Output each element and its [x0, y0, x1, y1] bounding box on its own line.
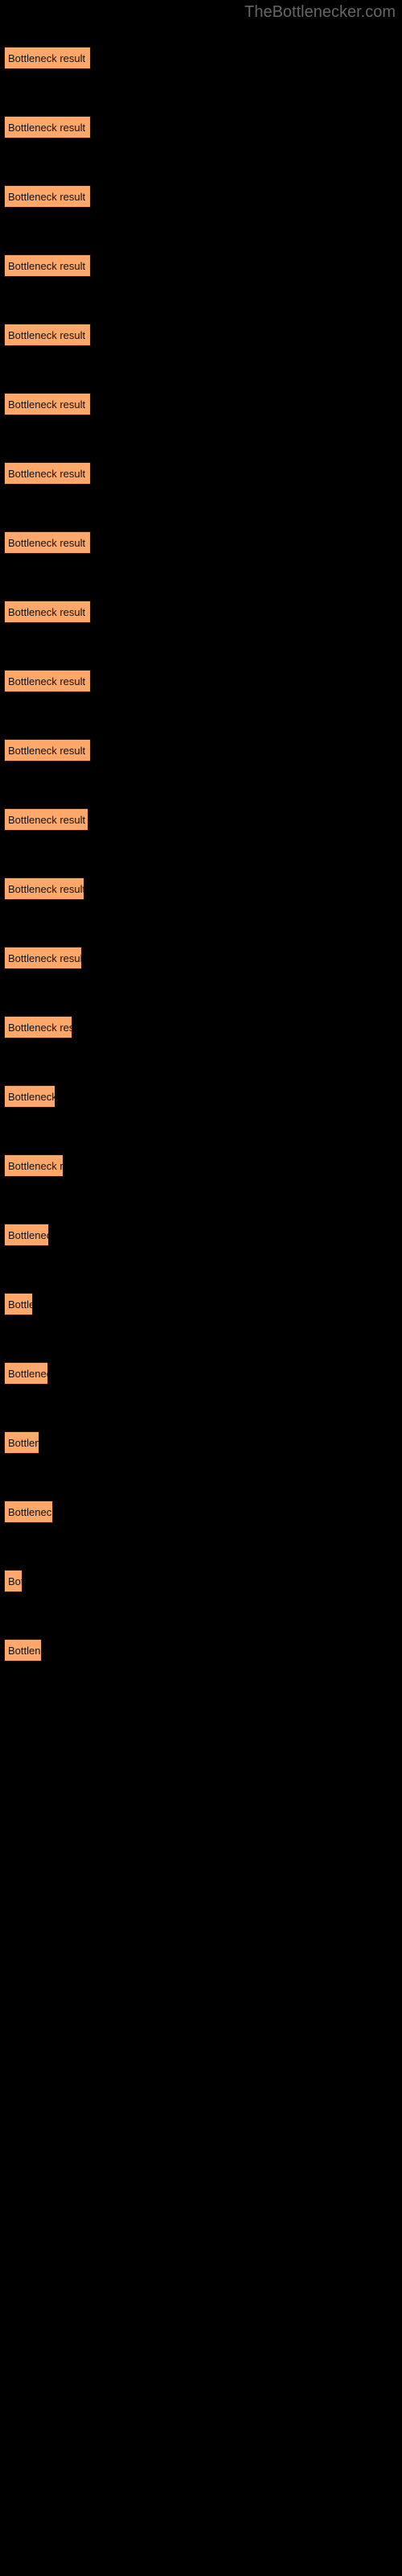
- bar-label-clip: Bottleneck result: [5, 117, 90, 138]
- bar-rect: Bottleneck result: [4, 254, 91, 277]
- bar-rect: Bottleneck result: [4, 1501, 53, 1523]
- bar-row: Bottleneck result: [4, 1293, 33, 1315]
- bar-rect: Bottleneck result: [4, 1639, 42, 1662]
- bar-label-clip: Bottleneck result: [5, 394, 90, 415]
- bar-rect: Bottleneck result: [4, 1154, 64, 1177]
- bar-rect: Bottleneck result: [4, 808, 88, 831]
- bar-label: Bottleneck result: [8, 1368, 47, 1380]
- bar-rect: Bottleneck result: [4, 1570, 23, 1592]
- bar-label: Bottleneck result: [8, 1575, 22, 1587]
- bar-rect: Bottleneck result: [4, 47, 91, 69]
- bar-label: Bottleneck result: [8, 952, 82, 964]
- bar-label-clip: Bottleneck result: [5, 1224, 48, 1245]
- bottleneck-chart: TheBottlenecker.com Bottleneck result Bot…: [0, 0, 402, 2576]
- bar-row: Bottleneck result: [4, 1639, 42, 1662]
- bar-label: Bottleneck result: [8, 883, 84, 895]
- bar-row: Bottleneck result: [4, 324, 91, 346]
- bar-label-clip: Bottleneck result: [5, 947, 82, 968]
- bar-row: Bottleneck result: [4, 462, 91, 485]
- bar-row: Bottleneck result: [4, 393, 91, 415]
- bar-label-clip: Bottleneck result: [5, 740, 90, 761]
- bar-label-clip: Bottleneck result: [5, 1363, 47, 1384]
- bar-row: Bottleneck result: [4, 185, 91, 208]
- bar-rect: Bottleneck result: [4, 739, 91, 762]
- bar-row: Bottleneck result: [4, 254, 91, 277]
- bar-label-clip: Bottleneck result: [5, 1086, 55, 1107]
- bar-label: Bottleneck result: [8, 606, 86, 618]
- bar-label: Bottleneck result: [8, 745, 86, 757]
- bar-label-clip: Bottleneck result: [5, 1640, 41, 1661]
- bar-label: Bottleneck result: [8, 814, 86, 826]
- bar-row: Bottleneck result: [4, 1570, 23, 1592]
- bar-rect: Bottleneck result: [4, 116, 91, 138]
- bar-row: Bottleneck result: [4, 947, 82, 969]
- bar-label: Bottleneck result: [8, 122, 86, 134]
- bar-label-clip: Bottleneck result: [5, 601, 90, 622]
- bar-label: Bottleneck result: [8, 468, 86, 480]
- bar-label: Bottleneck result: [8, 1298, 32, 1311]
- bar-rect: Bottleneck result: [4, 324, 91, 346]
- bar-label: Bottleneck result: [8, 191, 86, 203]
- bar-label: Bottleneck result: [8, 1022, 72, 1034]
- bar-row: Bottleneck result: [4, 1431, 39, 1454]
- bar-label-clip: Bottleneck result: [5, 878, 84, 899]
- bar-label: Bottleneck result: [8, 537, 86, 549]
- bar-rect: Bottleneck result: [4, 1293, 33, 1315]
- bar-row: Bottleneck result: [4, 47, 91, 69]
- bar-label-clip: Bottleneck result: [5, 255, 90, 276]
- bar-label-clip: Bottleneck result: [5, 1571, 22, 1591]
- bar-label-clip: Bottleneck result: [5, 1155, 64, 1176]
- bar-row: Bottleneck result: [4, 670, 91, 692]
- bar-rect: Bottleneck result: [4, 1362, 48, 1385]
- bar-rect: Bottleneck result: [4, 601, 91, 623]
- bar-label-clip: Bottleneck result: [5, 532, 90, 553]
- bar-rect: Bottleneck result: [4, 1431, 39, 1454]
- bar-label: Bottleneck result: [8, 1437, 39, 1449]
- bar-rect: Bottleneck result: [4, 1224, 49, 1246]
- bar-rect: Bottleneck result: [4, 531, 91, 554]
- bar-row: Bottleneck result: [4, 601, 91, 623]
- bar-rect: Bottleneck result: [4, 462, 91, 485]
- bar-label: Bottleneck result: [8, 329, 86, 341]
- bar-label-clip: Bottleneck result: [5, 47, 90, 68]
- bar-label: Bottleneck result: [8, 1160, 64, 1172]
- bar-label-clip: Bottleneck result: [5, 1294, 32, 1315]
- bar-rect: Bottleneck result: [4, 393, 91, 415]
- bar-label: Bottleneck result: [8, 675, 86, 687]
- bar-rect: Bottleneck result: [4, 947, 82, 969]
- bar-row: Bottleneck result: [4, 531, 91, 554]
- bar-label-clip: Bottleneck result: [5, 324, 90, 345]
- bar-rect: Bottleneck result: [4, 670, 91, 692]
- bar-label: Bottleneck result: [8, 1645, 41, 1657]
- bar-row: Bottleneck result: [4, 1501, 53, 1523]
- bar-label: Bottleneck result: [8, 52, 86, 64]
- bar-label-clip: Bottleneck result: [5, 809, 88, 830]
- bar-rect: Bottleneck result: [4, 1085, 55, 1108]
- bar-rect: Bottleneck result: [4, 1016, 72, 1038]
- bar-row: Bottleneck result: [4, 1154, 64, 1177]
- bar-chart-plot-area: Bottleneck result Bottleneck result Bottle…: [0, 0, 402, 2576]
- bar-label: Bottleneck result: [8, 260, 86, 272]
- bar-label-clip: Bottleneck result: [5, 186, 90, 207]
- bar-label-clip: Bottleneck result: [5, 1017, 72, 1038]
- bar-label: Bottleneck result: [8, 398, 86, 411]
- bar-label-clip: Bottleneck result: [5, 463, 90, 484]
- bar-row: Bottleneck result: [4, 1224, 49, 1246]
- bar-rect: Bottleneck result: [4, 877, 84, 900]
- bar-row: Bottleneck result: [4, 739, 91, 762]
- bar-label-clip: Bottleneck result: [5, 1501, 53, 1522]
- bar-row: Bottleneck result: [4, 116, 91, 138]
- bar-row: Bottleneck result: [4, 1362, 48, 1385]
- bar-label-clip: Bottleneck result: [5, 1432, 39, 1453]
- bar-row: Bottleneck result: [4, 1085, 55, 1108]
- bar-label: Bottleneck result: [8, 1091, 55, 1103]
- bar-label-clip: Bottleneck result: [5, 671, 90, 691]
- bar-row: Bottleneck result: [4, 808, 88, 831]
- bar-row: Bottleneck result: [4, 1016, 72, 1038]
- bar-rect: Bottleneck result: [4, 185, 91, 208]
- bar-label: Bottleneck result: [8, 1506, 53, 1518]
- bar-label: Bottleneck result: [8, 1229, 48, 1241]
- bar-row: Bottleneck result: [4, 877, 84, 900]
